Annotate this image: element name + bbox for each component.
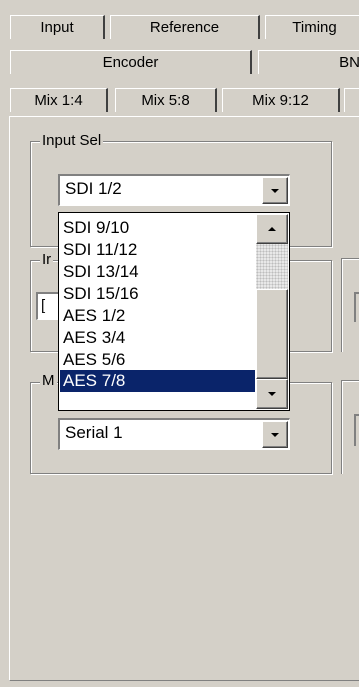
tab-partial[interactable] <box>344 88 359 112</box>
list-item[interactable]: SDI 13/14 <box>60 261 255 283</box>
input-sel-value: SDI 1/2 <box>65 179 122 198</box>
tab-encoder[interactable]: Encoder <box>10 50 252 74</box>
tab-reference[interactable]: Reference <box>110 15 260 39</box>
arrow-up-icon <box>268 227 276 231</box>
tab-bn[interactable]: BN <box>258 50 359 74</box>
list-item[interactable]: SDI 15/16 <box>60 283 255 305</box>
group-2-field-value: [ <box>41 297 46 314</box>
serial-dropdown-button[interactable] <box>262 421 288 448</box>
chevron-down-icon <box>271 188 279 193</box>
arrow-down-icon <box>268 392 276 396</box>
scroll-thumb[interactable] <box>256 289 288 379</box>
dropdown-scrollbar[interactable] <box>256 214 288 409</box>
tab-timing[interactable]: Timing <box>265 15 359 39</box>
list-item[interactable]: AES 5/6 <box>60 349 255 371</box>
input-sel-dropdown-button[interactable] <box>262 177 288 204</box>
group-2-legend: Ir <box>40 251 54 268</box>
list-item[interactable]: AES 1/2 <box>60 305 255 327</box>
input-sel-legend: Input Sel <box>40 132 104 149</box>
tab-mix-5-8[interactable]: Mix 5:8 <box>115 88 217 112</box>
serial-combo[interactable]: Serial 1 <box>58 418 290 450</box>
right-field-2[interactable] <box>354 292 359 322</box>
input-sel-dropdown-list[interactable]: SDI 9/10 SDI 11/12 SDI 13/14 SDI 15/16 A… <box>58 212 290 411</box>
list-item[interactable]: SDI 11/12 <box>60 239 255 261</box>
tab-mix-1-4[interactable]: Mix 1:4 <box>10 88 108 112</box>
scroll-up-button[interactable] <box>256 214 288 244</box>
chevron-down-icon <box>271 432 279 437</box>
list-item[interactable]: AES 3/4 <box>60 327 255 349</box>
right-field-3[interactable] <box>354 414 359 446</box>
serial-value: Serial 1 <box>65 423 123 442</box>
group-3-legend: M <box>40 372 57 389</box>
list-item[interactable]: SDI 9/10 <box>60 217 255 239</box>
tab-input[interactable]: Input <box>10 15 105 39</box>
tab-mix-9-12[interactable]: Mix 9:12 <box>222 88 340 112</box>
input-sel-combo[interactable]: SDI 1/2 <box>58 174 290 206</box>
scroll-down-button[interactable] <box>256 379 288 409</box>
list-item-selected[interactable]: AES 7/8 <box>60 370 255 392</box>
